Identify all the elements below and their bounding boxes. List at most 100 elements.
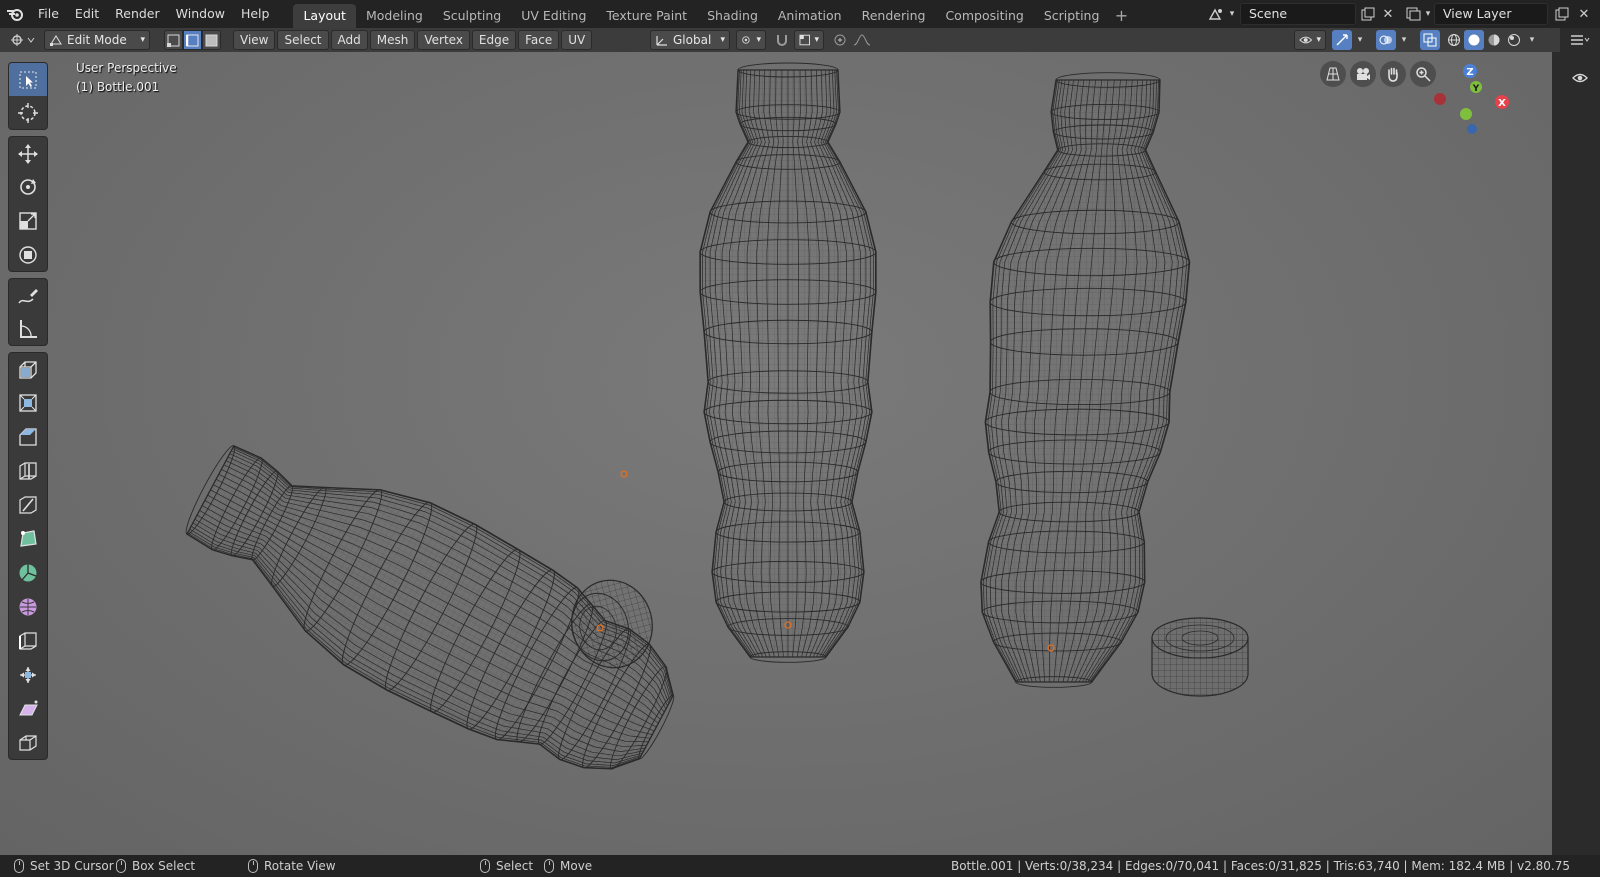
neg-z-axis-dot[interactable] — [1467, 124, 1477, 134]
tab-shading[interactable]: Shading — [697, 4, 768, 28]
neg-x-axis-dot[interactable] — [1434, 93, 1446, 105]
menu-add[interactable]: Add — [330, 30, 368, 50]
loop-cut-tool-icon[interactable] — [8, 454, 48, 488]
inset-faces-tool-icon[interactable] — [8, 386, 48, 420]
spin-tool-icon[interactable] — [8, 556, 48, 590]
poly-build-tool-icon[interactable] — [8, 522, 48, 556]
shrink-fatten-tool-icon[interactable] — [8, 658, 48, 692]
viewport-header: Edit Mode ▾ View Select Add Mesh Vertex … — [0, 28, 1560, 52]
neg-y-axis-dot[interactable] — [1460, 108, 1472, 120]
rotate-tool-icon[interactable] — [8, 170, 48, 204]
pan-view-hand-icon[interactable] — [1380, 61, 1406, 87]
mouse-drag-icon — [116, 859, 126, 873]
tab-rendering[interactable]: Rendering — [852, 4, 936, 28]
zoom-view-icon[interactable] — [1410, 61, 1436, 87]
edge-select-mode-icon[interactable] — [183, 30, 202, 50]
chevron-down-icon[interactable]: ▾ — [1350, 30, 1370, 50]
tab-animation[interactable]: Animation — [768, 4, 852, 28]
blender-logo-icon[interactable] — [0, 0, 30, 28]
snap-increment-icon — [799, 34, 810, 46]
vertex-select-mode-icon[interactable] — [164, 30, 183, 50]
cursor-tool-icon[interactable] — [8, 96, 48, 130]
menu-vertex[interactable]: Vertex — [417, 30, 470, 50]
tab-compositing[interactable]: Compositing — [935, 4, 1033, 28]
proportional-editing-icon[interactable] — [830, 30, 850, 50]
standing-bottle-center[interactable] — [699, 62, 877, 663]
wireframe-shading-icon[interactable] — [1444, 30, 1464, 50]
gizmo-toggle-icon[interactable] — [1332, 30, 1352, 50]
menu-face[interactable]: Face — [518, 30, 560, 50]
menu-mesh[interactable]: Mesh — [369, 30, 416, 50]
tab-scripting[interactable]: Scripting — [1034, 4, 1110, 28]
face-select-mode-icon[interactable] — [202, 30, 221, 50]
menu-uv[interactable]: UV — [561, 30, 593, 50]
wireframe-scene[interactable]: X Z Y — [0, 52, 1552, 855]
select-box-tool-icon[interactable] — [8, 62, 48, 96]
xray-toggle-icon[interactable] — [1420, 30, 1440, 50]
tab-layout[interactable]: Layout — [293, 4, 356, 28]
eye-icon[interactable] — [1572, 72, 1588, 87]
status-box-select: Box Select — [116, 859, 195, 873]
menu-view[interactable]: View — [233, 30, 276, 50]
annotate-tool-icon[interactable] — [8, 278, 48, 312]
solid-shading-icon[interactable] — [1464, 30, 1484, 50]
snap-target-dropdown[interactable]: ▾ — [794, 30, 824, 50]
camera-view-icon[interactable] — [1350, 61, 1376, 87]
tab-texture-paint[interactable]: Texture Paint — [596, 4, 697, 28]
chevron-down-icon[interactable]: ▾ — [1394, 30, 1414, 50]
menu-edit[interactable]: Edit — [67, 3, 107, 25]
close-icon[interactable]: ✕ — [1574, 4, 1594, 24]
extrude-tool-icon[interactable] — [8, 352, 48, 386]
pivot-point-dropdown[interactable]: ▾ — [736, 30, 766, 50]
add-workspace-button[interactable]: + — [1109, 4, 1133, 28]
tab-uv-editing[interactable]: UV Editing — [511, 4, 596, 28]
properties-toggle[interactable] — [1560, 28, 1600, 52]
visibility-dropdown[interactable]: ▾ — [1294, 30, 1326, 50]
transform-orientation-dropdown[interactable]: Global ▾ — [650, 30, 730, 50]
menu-file[interactable]: File — [30, 3, 67, 25]
tab-sculpting[interactable]: Sculpting — [433, 4, 511, 28]
rendered-shading-icon[interactable] — [1504, 30, 1524, 50]
material-preview-shading-icon[interactable] — [1484, 30, 1504, 50]
view-layer-name-field[interactable]: View Layer — [1434, 3, 1548, 25]
measure-tool-icon[interactable] — [8, 312, 48, 346]
editor-type-icon[interactable] — [6, 30, 40, 50]
transform-tool-icon[interactable] — [8, 238, 48, 272]
mode-dropdown[interactable]: Edit Mode ▾ — [44, 30, 150, 50]
tab-modeling[interactable]: Modeling — [356, 4, 433, 28]
new-view-layer-icon[interactable] — [1552, 4, 1572, 24]
overlays-toggle-icon[interactable] — [1376, 30, 1396, 50]
move-tool-icon[interactable] — [8, 136, 48, 170]
chevron-down-icon: ▾ — [814, 35, 819, 45]
menu-render[interactable]: Render — [107, 3, 168, 25]
shear-tool-icon[interactable] — [8, 692, 48, 726]
edge-slide-tool-icon[interactable] — [8, 624, 48, 658]
close-icon[interactable]: ✕ — [1378, 4, 1398, 24]
status-label: Set 3D Cursor — [30, 859, 114, 873]
scale-tool-icon[interactable] — [8, 204, 48, 238]
axis-gizmo[interactable]: X Z Y — [1434, 64, 1509, 134]
menu-edge[interactable]: Edge — [471, 30, 517, 50]
bottle-cap-standing[interactable] — [1151, 617, 1249, 697]
bevel-tool-icon[interactable] — [8, 420, 48, 454]
knife-tool-icon[interactable] — [8, 488, 48, 522]
mouse-middle-icon — [248, 859, 258, 873]
toggle-perspective-icon[interactable] — [1320, 61, 1346, 87]
rip-region-tool-icon[interactable] — [8, 726, 48, 760]
status-label: Move — [560, 859, 593, 873]
scene-name-field[interactable]: Scene — [1240, 3, 1356, 25]
new-scene-icon[interactable] — [1358, 4, 1378, 24]
standing-bottle-right[interactable] — [980, 72, 1191, 688]
smooth-tool-icon[interactable] — [8, 590, 48, 624]
3d-viewport[interactable]: X Z Y User Perspective (1) Bottle.001 — [0, 52, 1552, 855]
falloff-curve-icon[interactable] — [852, 30, 872, 50]
chevron-down-icon[interactable]: ▾ — [1222, 4, 1242, 24]
origin-point — [620, 470, 628, 478]
menu-select[interactable]: Select — [277, 30, 329, 50]
snap-icon[interactable] — [772, 30, 792, 50]
menu-help[interactable]: Help — [233, 3, 278, 25]
edit-mode-icon — [50, 35, 62, 46]
active-object-label: (1) Bottle.001 — [76, 80, 160, 94]
chevron-down-icon[interactable]: ▾ — [1522, 30, 1542, 50]
menu-window[interactable]: Window — [168, 3, 233, 25]
